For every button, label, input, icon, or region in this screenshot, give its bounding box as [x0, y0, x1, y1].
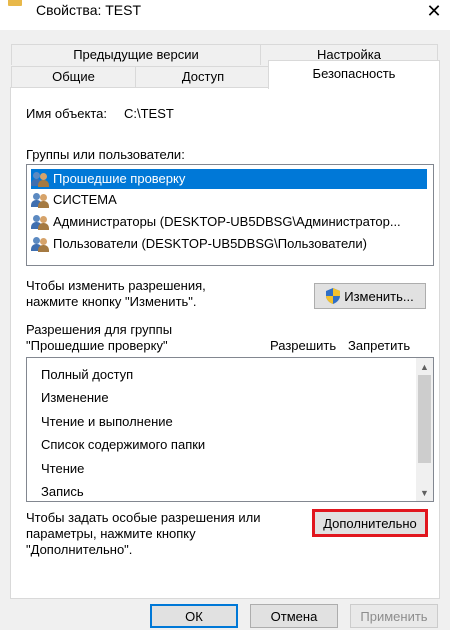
change-hint-line: Чтобы изменить разрешения, — [26, 278, 206, 293]
group-item-administrators[interactable]: Администраторы (DESKTOP-UB5DBSG\Админист… — [31, 212, 401, 232]
advanced-button[interactable]: Дополнительно — [312, 509, 428, 537]
window-title: Свойства: TEST — [36, 2, 142, 18]
tab-previous-versions[interactable]: Предыдущие версии — [11, 44, 261, 65]
permissions-label-line: Разрешения для группы — [26, 322, 173, 337]
tab-access[interactable]: Доступ — [135, 66, 271, 87]
apply-button[interactable]: Применить — [350, 604, 438, 628]
users-icon — [31, 236, 51, 252]
groups-label: Группы или пользователи: — [26, 147, 185, 162]
shield-icon — [326, 288, 341, 304]
users-icon — [31, 192, 51, 208]
advanced-hint-line: Чтобы задать особые разрешения или — [26, 510, 261, 525]
allow-column-header: Разрешить — [270, 338, 337, 353]
users-icon — [31, 171, 51, 187]
change-button[interactable]: Изменить... — [314, 283, 426, 309]
scroll-up-icon[interactable]: ▲ — [416, 358, 433, 375]
group-item-authenticated-users[interactable]: Прошедшие проверку — [31, 169, 427, 189]
change-button-label: Изменить... — [344, 288, 414, 304]
scroll-down-icon[interactable]: ▼ — [416, 484, 433, 501]
ok-button[interactable]: ОК — [150, 604, 238, 628]
users-icon — [31, 214, 51, 230]
close-icon: ✕ — [426, 0, 442, 21]
change-hint-line: нажмите кнопку "Изменить". — [26, 294, 197, 309]
group-item-label: Пользователи (DESKTOP-UB5DBSG\Пользовате… — [53, 236, 367, 251]
close-button[interactable]: ✕ — [418, 0, 450, 22]
deny-column-header: Запретить — [348, 338, 411, 353]
tab-security[interactable]: Безопасность — [268, 60, 440, 89]
group-item-users[interactable]: Пользователи (DESKTOP-UB5DBSG\Пользовате… — [31, 234, 367, 254]
group-item-label: СИСТЕМА — [53, 192, 117, 207]
permission-item: Запись — [41, 484, 84, 499]
advanced-hint-line: параметры, нажмите кнопку — [26, 526, 196, 541]
permission-item: Список содержимого папки — [41, 437, 206, 452]
scroll-thumb[interactable] — [418, 375, 431, 463]
permission-item: Полный доступ — [41, 367, 134, 382]
folder-icon — [8, 0, 22, 6]
permissions-list[interactable]: Полный доступ Изменение Чтение и выполне… — [26, 357, 434, 502]
permissions-label: Разрешения для группы "Прошедшие проверк… — [26, 322, 172, 354]
groups-list[interactable]: Прошедшие проверку СИСТЕМА Администратор… — [26, 164, 434, 266]
group-item-label: Администраторы (DESKTOP-UB5DBSG\Админист… — [53, 214, 401, 229]
permission-item: Изменение — [41, 390, 109, 405]
object-name-label: Имя объекта: — [26, 106, 108, 121]
advanced-hint-line: "Дополнительно". — [26, 542, 133, 557]
group-item-label: Прошедшие проверку — [53, 171, 186, 186]
permissions-scrollbar[interactable]: ▲ ▼ — [416, 358, 433, 501]
cancel-button[interactable]: Отмена — [250, 604, 338, 628]
advanced-hint: Чтобы задать особые разрешения или парам… — [26, 510, 261, 558]
tab-general[interactable]: Общие — [11, 66, 136, 87]
change-hint: Чтобы изменить разрешения, нажмите кнопк… — [26, 278, 206, 310]
permission-item: Чтение — [41, 461, 85, 476]
group-item-system[interactable]: СИСТЕМА — [31, 190, 117, 210]
object-name-value: C:\TEST — [124, 106, 174, 121]
permission-item: Чтение и выполнение — [41, 414, 173, 429]
permissions-label-line: "Прошедшие проверку" — [26, 338, 168, 353]
title-bar: Свойства: TEST ✕ — [0, 0, 450, 30]
